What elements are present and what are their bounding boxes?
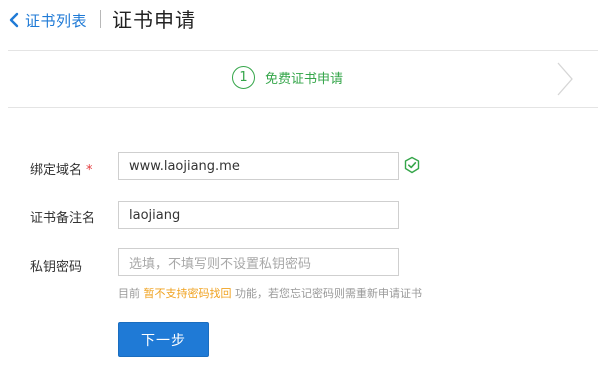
required-mark: * <box>86 163 93 178</box>
step-label: 免费证书申请 <box>265 72 344 87</box>
step-number-circle: 1 <box>232 66 255 89</box>
next-step-button[interactable]: 下一步 <box>118 322 209 357</box>
hint-prefix: 目前 <box>118 287 144 300</box>
step-bar: 1 免费证书申请 <box>8 50 598 108</box>
hint-emphasis: 暂不支持密码找回 <box>143 287 232 300</box>
note-input[interactable]: laojiang <box>118 201 399 229</box>
key-password-input[interactable]: 选填，不填写则不设置私钥密码 <box>118 248 399 276</box>
domain-label-text: 绑定域名 <box>30 163 83 178</box>
step-item: 1 免费证书申请 <box>232 66 343 89</box>
header-divider <box>100 10 101 28</box>
domain-label: 绑定域名 * <box>30 159 93 178</box>
note-label: 证书备注名 <box>30 211 96 226</box>
hint-suffix: 功能，若您忘记密码则需重新申请证书 <box>231 287 422 300</box>
back-to-certificate-list-link[interactable]: 证书列表 <box>9 9 87 31</box>
page-title: 证书申请 <box>112 8 196 32</box>
shield-check-icon <box>404 156 420 174</box>
key-password-label: 私钥密码 <box>30 260 83 275</box>
chevron-left-icon <box>9 12 19 28</box>
password-hint: 目前 暂不支持密码找回 功能，若您忘记密码则需重新申请证书 <box>118 285 422 301</box>
domain-input[interactable]: www.laojiang.me <box>118 152 399 180</box>
back-link-label: 证书列表 <box>25 11 88 30</box>
step-arrow-icon <box>557 62 573 96</box>
